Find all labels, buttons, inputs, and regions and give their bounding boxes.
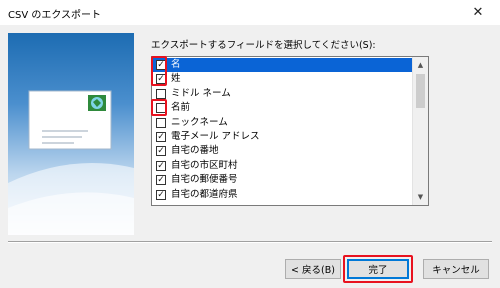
highlight-fullname-field <box>151 99 167 116</box>
list-item[interactable]: ✓ 電子メール アドレス <box>152 130 413 144</box>
highlight-finish-button <box>343 255 413 283</box>
field-prompt: エクスポートするフィールドを選択してください(S): <box>151 40 376 51</box>
field-checkbox[interactable]: ✓ <box>156 189 166 200</box>
list-scrollbar[interactable]: ▲ ▼ <box>412 57 428 205</box>
field-checkbox[interactable]: ✓ <box>156 146 166 157</box>
field-checkbox[interactable]: ✓ <box>156 131 166 142</box>
field-label: ニックネーム <box>171 116 228 128</box>
field-label: 自宅の都道府県 <box>171 188 238 200</box>
field-checkbox[interactable] <box>156 88 166 99</box>
field-label: 名前 <box>171 102 191 114</box>
field-label: ミドル ネーム <box>171 87 231 99</box>
list-item[interactable]: ニックネーム <box>152 116 413 130</box>
envelope-icon <box>8 90 134 235</box>
field-label: 名 <box>171 59 181 70</box>
scroll-thumb[interactable] <box>416 74 425 108</box>
field-checkbox[interactable]: ✓ <box>156 175 166 186</box>
field-checkbox[interactable]: ✓ <box>156 160 166 171</box>
field-list[interactable]: ✓ 名 ✓ 姓ミドル ネーム 名前 ニックネーム ✓ 電子メール アドレス ✓ 自宅の番地 ✓ 自宅の… <box>151 56 429 206</box>
back-button[interactable]: < 戻る(B) <box>285 259 341 279</box>
wizard-graphic <box>8 33 134 235</box>
list-item[interactable]: ✓ 自宅の市区町村 <box>152 159 413 173</box>
list-item[interactable]: ✓ 自宅の番地 <box>152 144 413 158</box>
scroll-up-icon[interactable]: ▲ <box>413 57 428 73</box>
cancel-button[interactable]: キャンセル <box>423 259 489 279</box>
list-item[interactable]: ✓ 自宅の郵便番号 <box>152 173 413 187</box>
scroll-down-icon[interactable]: ▼ <box>413 189 428 205</box>
field-label: 姓 <box>171 73 181 85</box>
field-label: 自宅の市区町村 <box>171 159 238 171</box>
field-label: 自宅の郵便番号 <box>171 174 238 186</box>
separator <box>8 241 492 243</box>
highlight-name-fields <box>151 56 167 86</box>
list-item[interactable]: ✓ 名 <box>152 58 413 73</box>
list-item[interactable]: 名前 <box>152 101 413 115</box>
window-title: CSV のエクスポート <box>8 10 102 21</box>
close-icon[interactable]: ✕ <box>456 0 500 25</box>
title-bar: CSV のエクスポート ✕ <box>0 0 500 25</box>
list-item[interactable]: ✓ 姓 <box>152 72 413 86</box>
list-item[interactable]: ✓ 自宅の都道府県 <box>152 188 413 202</box>
field-label: 電子メール アドレス <box>171 130 260 142</box>
field-checkbox[interactable] <box>156 117 166 128</box>
field-label: 自宅の番地 <box>171 145 219 157</box>
list-item[interactable]: ミドル ネーム <box>152 87 413 101</box>
